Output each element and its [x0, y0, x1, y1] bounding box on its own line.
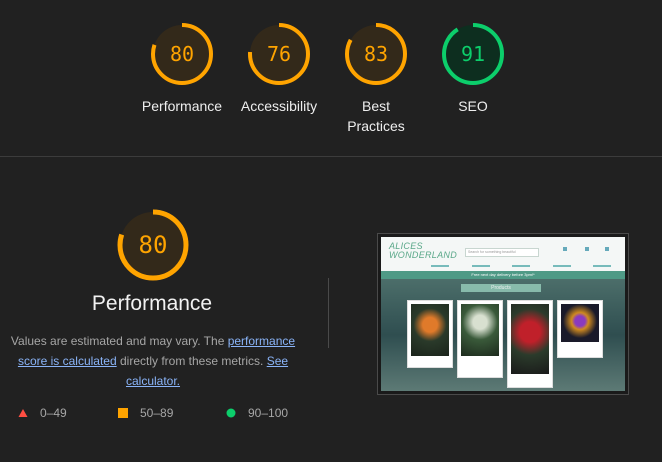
thumbnail-nav [431, 265, 611, 267]
gauge-performance[interactable]: 80 Performance [142, 22, 222, 114]
final-screenshot-thumbnail[interactable]: ALICES WONDERLAND Search for something b… [377, 233, 629, 395]
square-icon [118, 408, 128, 418]
logo-line: WONDERLAND [389, 250, 458, 260]
gauge-best-practices[interactable]: 83 Best Practices [344, 22, 408, 134]
product-card [507, 300, 553, 388]
legend-range: 90–100 [248, 406, 289, 420]
triangle-icon [18, 409, 28, 417]
product-card [457, 300, 503, 378]
desc-text: directly from these metrics. [116, 354, 267, 368]
gauge-score: 91 [460, 42, 486, 66]
product-card [407, 300, 453, 368]
gauge-score: 76 [266, 42, 292, 66]
vertical-divider [328, 278, 329, 348]
gauge-score: 80 [138, 231, 168, 259]
legend-fail: 0–49 [18, 406, 67, 420]
legend-range: 0–49 [40, 406, 67, 420]
gauge-seo[interactable]: 91 SEO [441, 22, 505, 114]
gauge-score: 80 [169, 42, 195, 66]
gauge-accessibility[interactable]: 76 Accessibility [241, 22, 317, 114]
thumbnail-page: ALICES WONDERLAND Search for something b… [381, 237, 625, 391]
gauge-label: Best Practices [347, 98, 405, 134]
thumbnail-heading: Products [461, 284, 541, 292]
thumbnail-header-icons [563, 247, 609, 251]
performance-gauge-large: 80 [117, 209, 189, 281]
gauge-label: Accessibility [240, 98, 318, 114]
section-divider [0, 156, 662, 157]
gauge-label: SEO [458, 98, 488, 114]
thumbnail-search: Search for something beautiful [465, 248, 539, 257]
performance-title: Performance [91, 292, 213, 315]
circle-icon [226, 408, 236, 418]
legend-average: 50–89 [118, 406, 173, 420]
legend-pass: 90–100 [226, 406, 288, 420]
thumbnail-logo: ALICES WONDERLAND [389, 242, 457, 260]
performance-description: Values are estimated and may vary. The p… [8, 331, 298, 391]
legend-range: 50–89 [140, 406, 174, 420]
gauge-score: 83 [363, 42, 389, 66]
thumbnail-banner: Free next day delivery before 3pm!* [381, 271, 625, 279]
product-card [557, 300, 603, 358]
desc-text: Values are estimated and may vary. The [10, 334, 228, 348]
